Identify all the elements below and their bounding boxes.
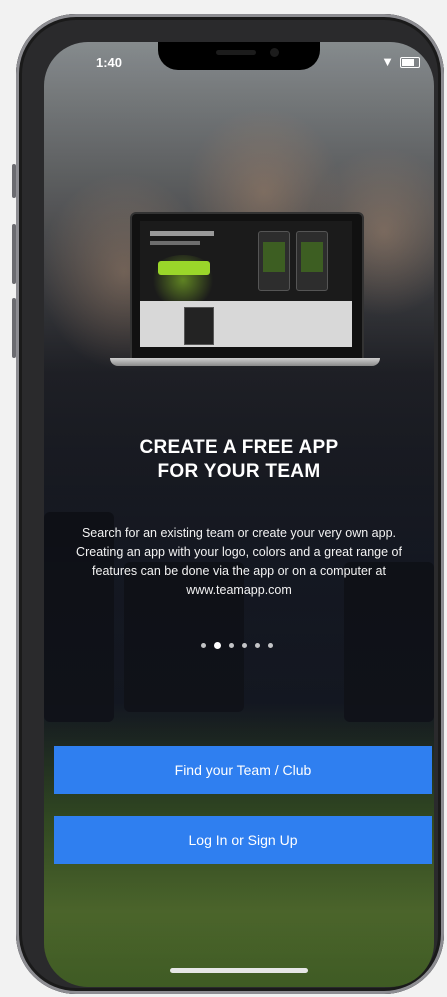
front-camera: [270, 48, 279, 57]
volume-up-button: [12, 224, 16, 284]
notch: [158, 42, 320, 70]
page-dot-active[interactable]: [214, 642, 221, 649]
headline-line-2: FOR YOUR TEAM: [157, 461, 321, 482]
onboarding-content: CREATE A FREE APP FOR YOUR TEAM Search f…: [44, 42, 434, 987]
page-indicator[interactable]: [201, 642, 273, 653]
wifi-icon: ▼: [381, 54, 394, 69]
app-screen: 1:40 ▼ CREATE A FREE APP FOR YOUR TEAM S…: [44, 42, 434, 987]
login-signup-button[interactable]: Log In or Sign Up: [54, 816, 432, 864]
headline-line-1: CREATE A FREE APP: [139, 437, 339, 458]
page-dot[interactable]: [229, 643, 234, 648]
mute-switch: [12, 164, 16, 198]
status-time: 1:40: [96, 55, 123, 70]
find-team-button[interactable]: Find your Team / Club: [54, 746, 432, 794]
page-dot[interactable]: [242, 643, 247, 648]
page-dot[interactable]: [255, 643, 260, 648]
home-indicator[interactable]: [170, 968, 308, 973]
page-dot[interactable]: [201, 643, 206, 648]
speaker-grille: [216, 50, 256, 55]
battery-icon: [400, 57, 420, 68]
phone-frame: 1:40 ▼ CREATE A FREE APP FOR YOUR TEAM S…: [12, 14, 444, 994]
volume-down-button: [12, 298, 16, 358]
page-dot[interactable]: [268, 643, 273, 648]
description-text: Search for an existing team or create yo…: [76, 526, 402, 597]
